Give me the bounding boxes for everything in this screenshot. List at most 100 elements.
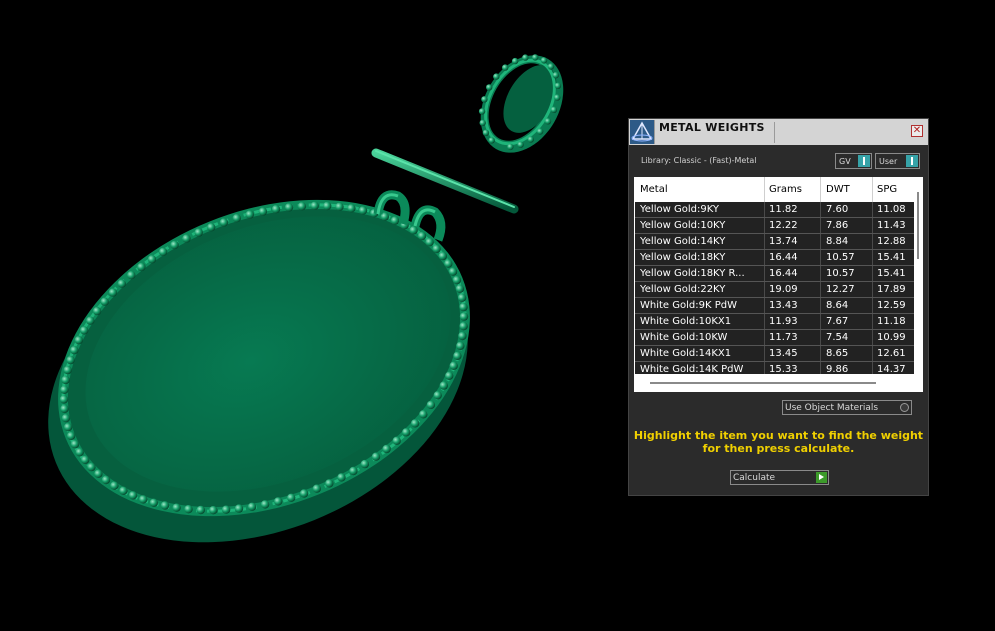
table-row[interactable]: Yellow Gold:10KY 12.22 7.86 11.43 bbox=[635, 218, 914, 234]
bead bbox=[511, 57, 519, 65]
table-row[interactable]: Yellow Gold:9KY 11.82 7.60 11.08 bbox=[635, 202, 914, 218]
bead bbox=[426, 400, 436, 410]
bead bbox=[63, 423, 73, 432]
bead bbox=[100, 297, 109, 306]
cell-divider bbox=[820, 234, 821, 250]
column-header-dwt[interactable]: DWT bbox=[826, 184, 850, 195]
bead bbox=[128, 491, 138, 500]
cell-divider bbox=[820, 282, 821, 298]
column-header-grams[interactable]: Grams bbox=[769, 184, 802, 195]
cell-dwt: 7.67 bbox=[826, 316, 849, 327]
bead bbox=[390, 216, 400, 225]
table-row[interactable]: White Gold:10KX1 11.93 7.67 11.18 bbox=[635, 314, 914, 330]
cell-divider bbox=[764, 234, 765, 250]
cell-divider bbox=[872, 266, 873, 282]
cell-spg: 15.41 bbox=[877, 252, 906, 263]
bead bbox=[547, 63, 555, 70]
bead bbox=[63, 365, 72, 375]
cell-spg: 14.37 bbox=[877, 364, 906, 374]
metal-table[interactable]: Metal Grams DWT SPG Yellow Gold:9KY 11.82… bbox=[634, 177, 923, 392]
cell-grams: 13.45 bbox=[769, 348, 798, 359]
instruction-line-2: for then press calculate. bbox=[702, 442, 855, 455]
cell-grams: 15.33 bbox=[769, 364, 798, 374]
bead bbox=[299, 489, 309, 498]
bead bbox=[160, 501, 170, 510]
table-row[interactable]: White Gold:9K PdW 13.43 8.64 12.59 bbox=[635, 298, 914, 314]
radio-icon[interactable] bbox=[900, 403, 909, 412]
title-divider bbox=[774, 122, 775, 143]
column-header-spg[interactable]: SPG bbox=[877, 184, 897, 195]
column-divider[interactable] bbox=[764, 177, 765, 202]
cell-divider bbox=[764, 362, 765, 374]
horizontal-scrollbar[interactable] bbox=[635, 374, 923, 392]
bead bbox=[544, 118, 552, 125]
bead bbox=[209, 506, 218, 515]
bead bbox=[221, 505, 231, 514]
ring-model[interactable] bbox=[464, 40, 580, 167]
cell-divider bbox=[764, 330, 765, 346]
column-divider[interactable] bbox=[820, 177, 821, 202]
bead bbox=[459, 322, 468, 331]
table-row[interactable]: Yellow Gold:22KY 19.09 12.27 17.89 bbox=[635, 282, 914, 298]
pyramid-logo-icon bbox=[630, 120, 655, 144]
cell-divider bbox=[872, 282, 873, 298]
bead bbox=[382, 444, 391, 454]
bead bbox=[182, 234, 191, 243]
bead bbox=[337, 473, 346, 482]
bead bbox=[119, 486, 128, 495]
cell-spg: 10.99 bbox=[877, 332, 906, 343]
calculate-label: Calculate bbox=[733, 473, 776, 483]
bead bbox=[455, 284, 465, 293]
column-divider[interactable] bbox=[872, 177, 873, 202]
bead bbox=[433, 391, 442, 400]
vertical-scrollbar[interactable] bbox=[914, 177, 923, 374]
bead bbox=[247, 502, 257, 511]
cell-spg: 11.43 bbox=[877, 220, 906, 231]
cell-divider bbox=[764, 282, 765, 298]
cell-divider bbox=[820, 346, 821, 362]
cell-dwt: 8.64 bbox=[826, 300, 849, 311]
gv-toggle[interactable]: GV bbox=[835, 153, 872, 169]
table-row[interactable]: White Gold:10KW 11.73 7.54 10.99 bbox=[635, 330, 914, 346]
pendant-model[interactable] bbox=[0, 142, 517, 602]
bead bbox=[260, 500, 270, 509]
table-row[interactable]: White Gold:14KX1 13.45 8.65 12.61 bbox=[635, 346, 914, 362]
vertical-scroll-thumb[interactable] bbox=[917, 192, 919, 259]
cell-metal: White Gold:9K PdW bbox=[640, 300, 737, 311]
bead bbox=[74, 336, 84, 345]
bead bbox=[536, 128, 544, 135]
bead bbox=[392, 436, 401, 445]
table-row[interactable]: Yellow Gold:18KY R... 16.44 10.57 15.41 bbox=[635, 266, 914, 282]
bead bbox=[66, 431, 76, 441]
bead bbox=[458, 331, 467, 341]
bead bbox=[60, 385, 69, 394]
bead bbox=[457, 293, 467, 302]
close-icon[interactable]: ✕ bbox=[911, 125, 923, 137]
cell-divider bbox=[764, 250, 765, 266]
bead bbox=[452, 275, 462, 285]
bead bbox=[425, 238, 434, 247]
cell-grams: 11.82 bbox=[769, 204, 798, 215]
table-row[interactable]: White Gold:14K PdW 15.33 9.86 14.37 bbox=[635, 362, 914, 374]
column-header-metal[interactable]: Metal bbox=[640, 184, 668, 195]
calculate-button[interactable]: Calculate bbox=[730, 470, 829, 485]
cell-grams: 16.44 bbox=[769, 268, 798, 279]
title-bar[interactable]: METAL WEIGHTS ✕ bbox=[629, 119, 928, 145]
cell-spg: 12.88 bbox=[877, 236, 906, 247]
cell-divider bbox=[820, 202, 821, 218]
cell-metal: White Gold:14KX1 bbox=[640, 348, 732, 359]
cell-grams: 16.44 bbox=[769, 252, 798, 263]
user-toggle[interactable]: User bbox=[875, 153, 920, 169]
bead bbox=[60, 404, 69, 414]
bead bbox=[108, 288, 118, 297]
table-row[interactable]: Yellow Gold:14KY 13.74 8.84 12.88 bbox=[635, 234, 914, 250]
bead bbox=[371, 452, 381, 461]
horizontal-scroll-thumb[interactable] bbox=[650, 382, 876, 384]
bead bbox=[92, 306, 102, 316]
library-label: Library: Classic - (Fast)-Metal bbox=[641, 156, 757, 165]
bead bbox=[207, 223, 216, 232]
user-toggle-label: User bbox=[879, 157, 898, 166]
use-object-materials-option[interactable]: Use Object Materials bbox=[782, 400, 912, 415]
table-row[interactable]: Yellow Gold:18KY 16.44 10.57 15.41 bbox=[635, 250, 914, 266]
bead bbox=[335, 202, 344, 211]
